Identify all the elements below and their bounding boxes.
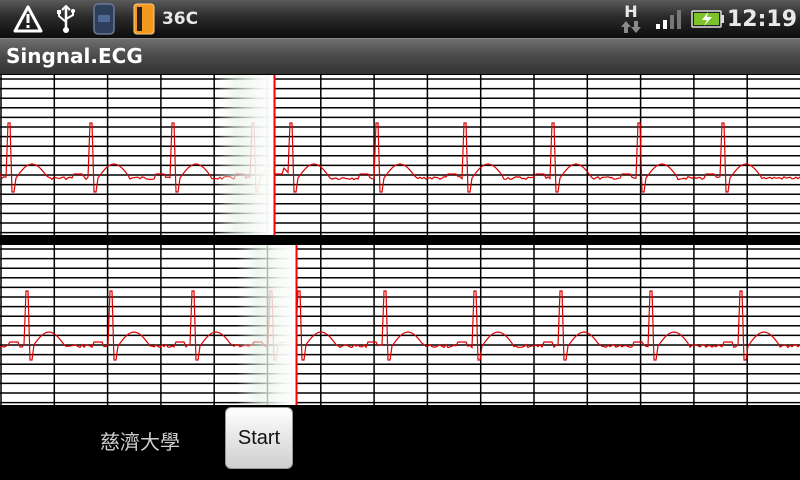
ecg-plot-top (0, 75, 800, 235)
signal-icon (654, 0, 684, 38)
data-transfer-icon: H (618, 0, 644, 38)
ecg-chart-bottom (0, 245, 800, 405)
title-bar: Singnal.ECG (0, 38, 800, 74)
phone-app-icon (92, 0, 116, 38)
usb-icon (52, 0, 80, 38)
start-button[interactable]: Start (225, 407, 293, 469)
temperature-text: 36C (161, 9, 199, 29)
app-title: Singnal.ECG (6, 44, 143, 68)
sweep-fade-bottom (236, 245, 296, 405)
battery-charging-icon (690, 0, 726, 38)
ecg-grid-top (0, 75, 800, 235)
battery-app-icon (132, 0, 156, 38)
sweep-fade-top (214, 75, 274, 235)
status-bar: 36C H 12:19 (0, 0, 800, 38)
warning-icon (12, 0, 44, 38)
ecg-chart-top (0, 75, 800, 235)
network-type-text: H (624, 2, 638, 21)
ecg-trace-top (0, 122, 800, 193)
ecg-plot-bottom (0, 245, 800, 405)
clock: 12:19 (726, 6, 798, 32)
university-label: 慈濟大學 (100, 430, 180, 454)
ecg-grid-bottom (0, 245, 800, 405)
